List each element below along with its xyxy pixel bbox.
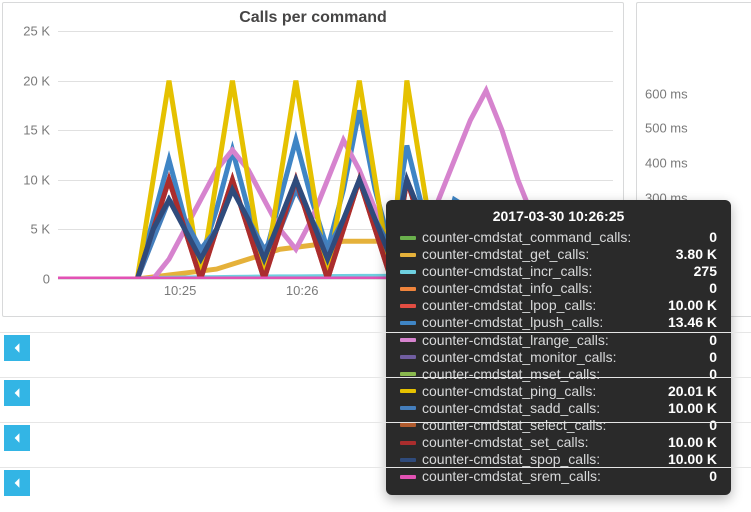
tooltip-value: 0 (709, 332, 717, 349)
y-tick-label: 20 K (8, 73, 58, 88)
caret-left-icon (11, 387, 23, 399)
tooltip-row: counter-cmdstat_srem_calls: 0 (400, 468, 717, 485)
tooltip-value: 0 (709, 349, 717, 366)
legend-swatch (400, 441, 416, 445)
tooltip-row: counter-cmdstat_monitor_calls: 0 (400, 349, 717, 366)
legend-swatch (400, 355, 416, 359)
row-collapse-button[interactable] (4, 380, 30, 406)
tooltip-label: counter-cmdstat_get_calls: (422, 246, 662, 263)
tooltip-row: counter-cmdstat_ping_calls: 20.01 K (400, 383, 717, 400)
tooltip-value: 275 (694, 263, 717, 280)
row-divider (0, 422, 751, 423)
tooltip-value: 10.00 K (668, 451, 717, 468)
tooltip-row: counter-cmdstat_incr_calls: 275 (400, 263, 717, 280)
row-collapse-button[interactable] (4, 335, 30, 361)
tooltip-label: counter-cmdstat_set_calls: (422, 434, 654, 451)
row-divider (0, 332, 751, 333)
row-divider (0, 377, 751, 378)
legend-swatch (400, 287, 416, 291)
tooltip-row: counter-cmdstat_select_calls: 0 (400, 417, 717, 434)
tooltip-label: counter-cmdstat_select_calls: (422, 417, 695, 434)
legend-swatch (400, 338, 416, 342)
tooltip-label: counter-cmdstat_srem_calls: (422, 468, 695, 485)
tooltip-label: counter-cmdstat_command_calls: (422, 229, 695, 246)
tooltip-label: counter-cmdstat_ping_calls: (422, 383, 654, 400)
tooltip-value: 3.80 K (676, 246, 717, 263)
caret-left-icon (11, 432, 23, 444)
tooltip-value: 20.01 K (668, 383, 717, 400)
y-tick-label: 600 ms (645, 86, 688, 101)
y-tick-label: 25 K (8, 24, 58, 39)
tooltip-value: 0 (709, 229, 717, 246)
legend-swatch (400, 458, 416, 462)
tooltip-label: counter-cmdstat_lpop_calls: (422, 297, 654, 314)
tooltip-value: 10.00 K (668, 400, 717, 417)
caret-left-icon (11, 477, 23, 489)
caret-left-icon (11, 342, 23, 354)
legend-swatch (400, 372, 416, 376)
tooltip-value: 13.46 K (668, 314, 717, 331)
tooltip-value: 10.00 K (668, 434, 717, 451)
tooltip-label: counter-cmdstat_lpush_calls: (422, 314, 654, 331)
row-collapse-button[interactable] (4, 470, 30, 496)
legend-swatch (400, 389, 416, 393)
tooltip-value: 0 (709, 280, 717, 297)
y-tick-label: 5 K (8, 222, 58, 237)
row-collapse-button[interactable] (4, 425, 30, 451)
tooltip-row: counter-cmdstat_lrange_calls: 0 (400, 332, 717, 349)
chart-tooltip: 2017-03-30 10:26:25 counter-cmdstat_comm… (386, 200, 731, 495)
legend-swatch (400, 321, 416, 325)
x-tick-label: 10:25 (164, 283, 197, 298)
tooltip-row: counter-cmdstat_command_calls: 0 (400, 229, 717, 246)
tooltip-row: counter-cmdstat_set_calls: 10.00 K (400, 434, 717, 451)
tooltip-value: 0 (709, 366, 717, 383)
legend-swatch (400, 304, 416, 308)
tooltip-row: counter-cmdstat_sadd_calls: 10.00 K (400, 400, 717, 417)
legend-swatch (400, 253, 416, 257)
tooltip-label: counter-cmdstat_monitor_calls: (422, 349, 695, 366)
tooltip-row: counter-cmdstat_get_calls: 3.80 K (400, 246, 717, 263)
tooltip-label: counter-cmdstat_lrange_calls: (422, 332, 695, 349)
y-tick-label: 500 ms (645, 121, 688, 136)
tooltip-value: 10.00 K (668, 297, 717, 314)
tooltip-row: counter-cmdstat_spop_calls: 10.00 K (400, 451, 717, 468)
tooltip-label: counter-cmdstat_spop_calls: (422, 451, 654, 468)
row-divider (0, 467, 751, 468)
tooltip-row: counter-cmdstat_mset_calls: 0 (400, 366, 717, 383)
tooltip-label: counter-cmdstat_mset_calls: (422, 366, 695, 383)
tooltip-label: counter-cmdstat_incr_calls: (422, 263, 680, 280)
legend-swatch (400, 475, 416, 479)
y-tick-label: 0 (8, 272, 58, 287)
legend-swatch (400, 406, 416, 410)
tooltip-label: counter-cmdstat_info_calls: (422, 280, 695, 297)
tooltip-label: counter-cmdstat_sadd_calls: (422, 400, 654, 417)
tooltip-row: counter-cmdstat_lpop_calls: 10.00 K (400, 297, 717, 314)
tooltip-row: counter-cmdstat_info_calls: 0 (400, 280, 717, 297)
y-tick-label: 400 ms (645, 156, 688, 171)
legend-swatch (400, 423, 416, 427)
legend-swatch (400, 270, 416, 274)
tooltip-row: counter-cmdstat_lpush_calls: 13.46 K (400, 314, 717, 331)
page-title: Calls per command (3, 9, 623, 27)
y-tick-label: 15 K (8, 123, 58, 138)
y-tick-label: 10 K (8, 172, 58, 187)
tooltip-value: 0 (709, 417, 717, 434)
tooltip-timestamp: 2017-03-30 10:26:25 (400, 208, 717, 225)
legend-swatch (400, 236, 416, 240)
x-tick-label: 10:26 (286, 283, 319, 298)
tooltip-value: 0 (709, 468, 717, 485)
